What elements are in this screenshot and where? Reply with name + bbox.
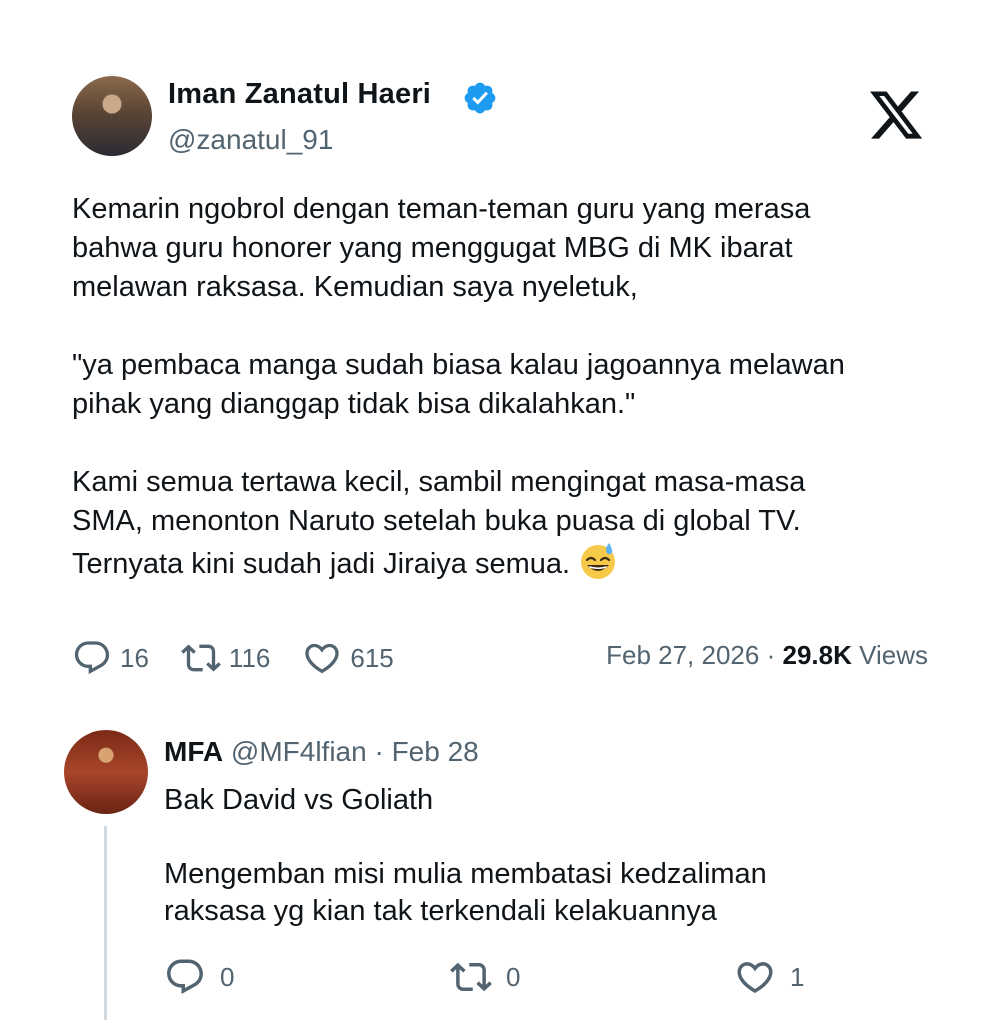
reply-reply-count: 0 <box>220 961 235 992</box>
grinning-face-with-sweat-icon <box>581 543 616 579</box>
views-label: Views <box>859 640 928 670</box>
retweet-count: 116 <box>228 642 271 673</box>
reply-icon <box>74 641 110 675</box>
author-name[interactable]: Iman Zanatul Haeri <box>168 78 431 111</box>
tweet-meta: Feb 27, 2026 · 29.8K Views <box>606 640 928 671</box>
reply-retweet-button[interactable]: 0 <box>450 956 520 998</box>
reply-date[interactable]: Feb 28 <box>392 736 479 767</box>
reply-like-button[interactable]: 1 <box>734 956 804 998</box>
reply-icon <box>167 959 203 994</box>
reply-count: 16 <box>120 642 149 673</box>
reply-separator: · <box>374 736 384 767</box>
heart-icon <box>305 643 340 674</box>
reply-author-handle[interactable]: @MF4lfian <box>231 736 367 767</box>
tweet-text: Kemarin ngobrol dengan teman-teman guru … <box>72 190 952 584</box>
reply-button[interactable]: 16 <box>72 638 149 678</box>
tweet-text-content: Kemarin ngobrol dengan teman-teman guru … <box>72 193 845 580</box>
author-avatar[interactable] <box>72 76 152 156</box>
x-logo-icon <box>870 91 923 139</box>
tweet-actions: 16 116 615 <box>72 636 426 680</box>
reply-reply-button[interactable]: 0 <box>164 956 234 998</box>
reply-author-name[interactable]: MFA <box>164 736 223 767</box>
tweet-date[interactable]: Feb 27, 2026 <box>606 640 759 670</box>
retweet-icon <box>181 644 221 672</box>
reply-text: Bak David vs Goliath Mengemban misi muli… <box>164 784 767 927</box>
author-handle[interactable]: @zanatul_91 <box>168 124 333 156</box>
thread-line <box>104 826 107 1020</box>
retweet-button[interactable]: 116 <box>181 638 270 678</box>
reply-like-count: 1 <box>790 961 805 992</box>
heart-icon <box>737 962 773 994</box>
verified-badge-icon <box>464 82 496 114</box>
retweet-icon <box>450 962 492 992</box>
like-count: 615 <box>350 642 394 673</box>
reply-retweet-count: 0 <box>506 961 521 992</box>
reply-avatar[interactable] <box>64 730 148 814</box>
meta-separator: · <box>766 640 776 670</box>
like-button[interactable]: 615 <box>302 638 394 678</box>
reply-header: MFA @MF4lfian · Feb 28 <box>164 736 479 768</box>
views-count: 29.8K <box>782 640 852 670</box>
